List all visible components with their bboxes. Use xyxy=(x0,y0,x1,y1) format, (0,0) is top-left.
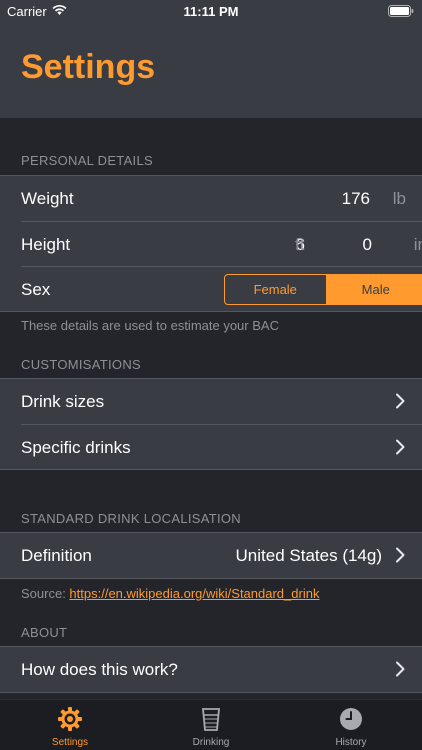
tab-drinking[interactable]: Drinking xyxy=(141,700,281,750)
section-header-personal: PERSONAL DETAILS xyxy=(21,153,153,168)
glass-icon xyxy=(202,708,220,731)
tab-history[interactable]: History xyxy=(281,700,421,750)
settings-list[interactable]: PERSONAL DETAILS Weight 176 lb Height 6 … xyxy=(0,118,422,699)
status-bar: Carrier 11:11 PM xyxy=(0,0,422,22)
personal-details-footnote: These details are used to estimate your … xyxy=(21,318,279,333)
weight-unit: lb xyxy=(392,189,406,208)
tab-drinking-label: Drinking xyxy=(192,737,230,748)
tab-settings-label: Settings xyxy=(51,737,89,748)
chevron-right-icon xyxy=(396,547,405,563)
height-inches-unit: in xyxy=(413,235,422,254)
localisation-group: Definition United States (14g) xyxy=(0,532,422,579)
definition-value: United States (14g) xyxy=(235,546,382,565)
gear-icon xyxy=(58,707,82,731)
tab-bar: Settings Drinking History xyxy=(0,699,422,750)
specific-drinks-row[interactable]: Specific drinks xyxy=(21,424,422,469)
tab-settings[interactable]: Settings xyxy=(0,700,140,750)
height-inches-value[interactable]: 0 xyxy=(363,235,372,255)
status-time: 11:11 PM xyxy=(183,4,239,19)
source-prefix: Source: xyxy=(21,586,70,601)
clock-icon xyxy=(340,708,362,730)
section-header-customisations: CUSTOMISATIONS xyxy=(21,357,142,372)
how-does-this-work-label: How does this work? xyxy=(21,660,178,679)
drink-sizes-label: Drink sizes xyxy=(21,392,105,411)
source-link[interactable]: https://en.wikipedia.org/wiki/Standard_d… xyxy=(69,586,319,601)
weight-label: Weight xyxy=(21,189,74,208)
definition-label: Definition xyxy=(21,546,92,565)
chevron-right-icon xyxy=(396,393,405,409)
about-group: How does this work? xyxy=(0,646,422,693)
personal-details-group: Weight 176 lb Height 6 ft 0 in Sex Femal… xyxy=(0,175,422,312)
height-row[interactable]: Height 6 ft 0 in xyxy=(21,221,422,266)
page-title: Settings xyxy=(21,48,156,86)
chevron-right-icon xyxy=(396,661,405,677)
battery-icon xyxy=(388,5,414,20)
sex-option-male[interactable]: Male xyxy=(325,275,422,304)
section-header-about: ABOUT xyxy=(21,625,68,640)
weight-value[interactable]: 176 xyxy=(342,189,370,209)
specific-drinks-label: Specific drinks xyxy=(21,438,131,457)
sex-option-female[interactable]: Female xyxy=(225,275,326,304)
height-feet-unit: ft xyxy=(295,235,305,254)
how-does-this-work-row[interactable]: How does this work? xyxy=(0,647,422,692)
source-footnote: Source: https://en.wikipedia.org/wiki/St… xyxy=(21,586,319,601)
weight-row[interactable]: Weight 176 lb xyxy=(0,176,422,221)
section-header-localisation: STANDARD DRINK LOCALISATION xyxy=(21,511,241,526)
sex-segmented-control[interactable]: Female Male xyxy=(224,274,422,305)
sex-row: Sex Female Male xyxy=(21,266,422,311)
chevron-right-icon xyxy=(396,439,405,455)
drink-sizes-row[interactable]: Drink sizes xyxy=(0,379,422,424)
height-label: Height xyxy=(21,235,71,254)
tab-history-label: History xyxy=(335,737,367,748)
sex-label: Sex xyxy=(21,280,51,299)
definition-row[interactable]: Definition United States (14g) xyxy=(0,533,422,578)
customisations-group: Drink sizes Specific drinks xyxy=(0,378,422,470)
